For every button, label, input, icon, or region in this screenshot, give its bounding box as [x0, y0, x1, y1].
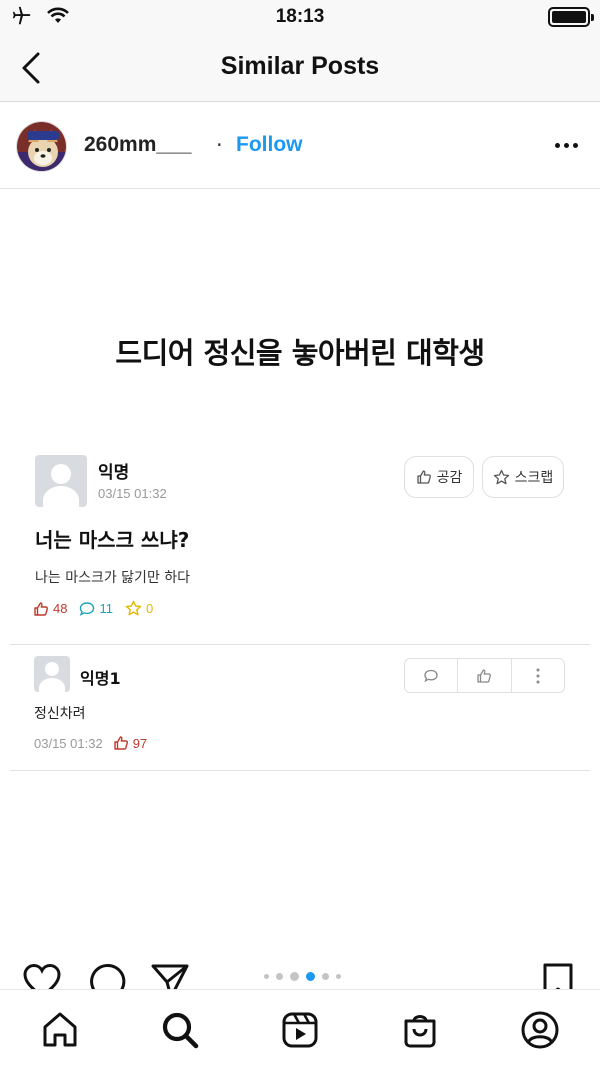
carousel-dot	[336, 974, 341, 979]
heart-icon[interactable]	[22, 962, 62, 989]
comment-more-button[interactable]	[512, 659, 564, 692]
shop-icon[interactable]	[400, 1010, 440, 1050]
battery-icon	[548, 7, 594, 27]
likes-stat: 48	[33, 601, 67, 617]
card-author: 익명	[98, 463, 130, 483]
comment-icon[interactable]	[88, 962, 128, 989]
star-icon	[493, 469, 509, 484]
follow-button[interactable]: Follow	[236, 133, 303, 157]
card-avatar	[35, 455, 87, 507]
carousel-dot-active	[306, 972, 315, 981]
carousel-dot	[322, 973, 329, 980]
comment-bubble-icon	[80, 601, 95, 616]
comment-author: 익명1	[80, 669, 121, 688]
comment-likes-stat: 97	[113, 735, 147, 751]
card-body: 나는 마스크가 닳기만 하다	[35, 570, 191, 586]
profile-icon[interactable]	[520, 1010, 560, 1050]
avatar[interactable]	[16, 121, 67, 172]
thumbs-up-icon	[416, 470, 431, 484]
vertical-more-icon	[536, 668, 540, 683]
scrap-button-label: 스크랩	[514, 470, 554, 486]
comment-date: 03/15 01:32	[34, 735, 103, 751]
carousel-dot	[276, 973, 283, 980]
separator-dot: ·	[216, 133, 223, 157]
card-title: 너는 마스크 쓰냐?	[35, 528, 190, 552]
divider	[10, 644, 590, 645]
carousel-indicator	[264, 972, 341, 981]
scraps-stat: 0	[125, 600, 153, 617]
like-button[interactable]: 공감	[404, 456, 474, 498]
comment-bubble-icon	[424, 669, 438, 682]
comment-reply-button[interactable]	[405, 659, 459, 692]
nav-bar: Similar Posts	[0, 34, 600, 102]
search-icon[interactable]	[160, 1010, 200, 1050]
carousel-dot	[290, 972, 299, 981]
star-icon	[125, 600, 142, 616]
thumbs-up-icon	[477, 668, 492, 683]
likes-count: 48	[53, 601, 68, 616]
card-stats: 48 11 0	[33, 600, 153, 617]
thumbs-up-icon	[34, 601, 48, 616]
comment-likes-count: 97	[132, 735, 148, 751]
like-button-label: 공감	[436, 470, 463, 486]
page-title: Similar Posts	[220, 52, 380, 80]
thumbs-up-icon	[113, 736, 128, 750]
comments-stat: 11	[79, 601, 113, 617]
post-header: 260mm___ · Follow	[0, 103, 600, 189]
scraps-count: 0	[145, 601, 154, 616]
comment-like-button[interactable]	[458, 659, 512, 692]
more-icon[interactable]	[555, 143, 578, 148]
status-time: 18:13	[275, 6, 325, 27]
comment-actions	[404, 658, 565, 693]
bookmark-icon[interactable]	[542, 962, 574, 989]
card-date: 03/15 01:32	[98, 486, 167, 501]
share-icon[interactable]	[150, 962, 190, 989]
carousel-dot	[264, 974, 269, 979]
comment-meta: 03/15 01:32 97	[34, 735, 147, 751]
scrap-button[interactable]: 스크랩	[482, 456, 564, 498]
comments-count: 11	[99, 601, 113, 616]
username[interactable]: 260mm___	[84, 133, 191, 157]
reels-icon[interactable]	[280, 1010, 320, 1050]
comment-body: 정신차려	[34, 706, 86, 722]
post-action-row	[0, 956, 600, 989]
post-headline: 드디어 정신을 놓아버린 대학생	[115, 336, 485, 370]
bottom-tab-bar	[0, 989, 600, 1067]
home-icon[interactable]	[40, 1010, 80, 1050]
comment-avatar	[34, 656, 70, 692]
divider	[10, 770, 590, 771]
status-bar: 18:13	[0, 0, 600, 34]
post-image: 드디어 정신을 놓아버린 대학생 익명 03/15 01:32 공감 스크랩 너…	[0, 190, 600, 960]
